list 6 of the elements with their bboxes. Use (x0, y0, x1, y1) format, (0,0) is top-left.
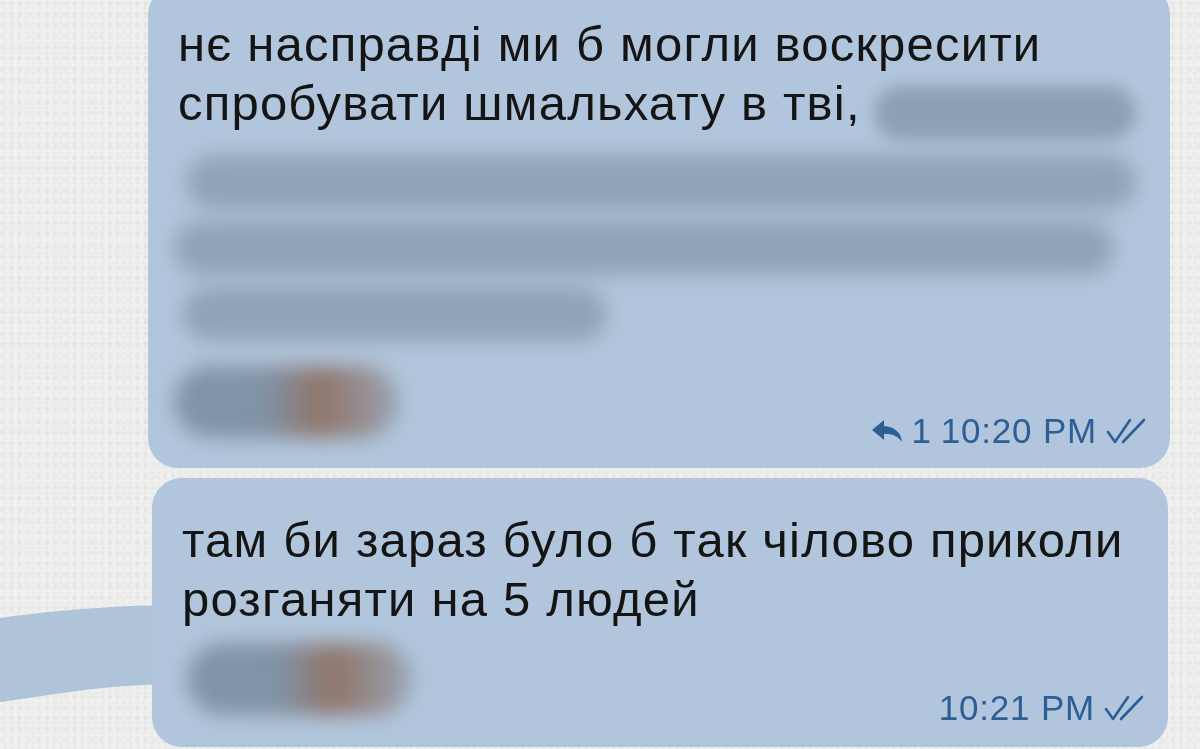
message-time: 10:21 PM (938, 689, 1095, 727)
message-time: 10:20 PM (940, 412, 1097, 450)
reply-icon (870, 419, 903, 443)
message-text: там би зараз було б так чілово приколи розганяти на 5 людей (182, 512, 1125, 628)
message-text: нє насправді ми б могли воскресити спробувати шмальхату в тві, (178, 16, 1043, 132)
reply-count: 1 (911, 412, 932, 450)
